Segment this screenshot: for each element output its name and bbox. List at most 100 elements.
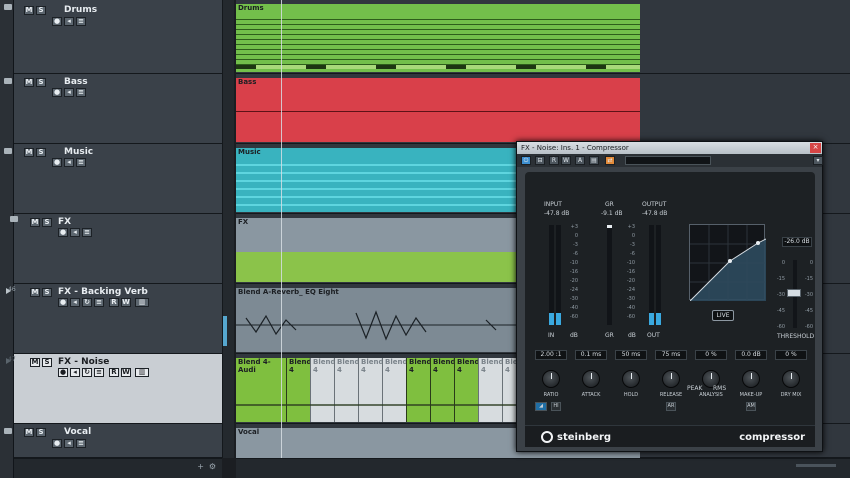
mute-button[interactable]: M <box>24 6 34 15</box>
hi-button[interactable]: HI <box>551 402 561 411</box>
release-value[interactable]: 75 ms <box>655 350 687 360</box>
lanes-icon[interactable]: ▥ <box>135 298 149 307</box>
track-music[interactable]: M S Music ● ◂ ≡ <box>4 144 222 214</box>
ratio-knob[interactable] <box>542 370 560 388</box>
track-bass[interactable]: M S Bass ● ◂ ≡ <box>4 74 222 144</box>
auto-makeup-button[interactable]: AM <box>746 402 756 411</box>
solo-button[interactable]: S <box>36 148 46 157</box>
event-noise-0[interactable]: Blend 4-Audi <box>236 358 286 422</box>
write-automation-button[interactable]: W <box>121 298 131 307</box>
add-track-icon[interactable]: + <box>197 462 204 471</box>
edit-button[interactable]: ≡ <box>76 17 86 26</box>
track-vocal[interactable]: M S Vocal ● ◂ ≡ <box>4 424 222 458</box>
hold-value[interactable]: 50 ms <box>615 350 647 360</box>
settings-icon[interactable]: ⚙ <box>209 462 216 471</box>
edit-button[interactable]: ≡ <box>76 439 86 448</box>
track-list-scrollbar[interactable] <box>222 0 234 458</box>
solo-button[interactable]: S <box>42 218 52 227</box>
solo-button[interactable]: S <box>36 428 46 437</box>
record-enable-button[interactable]: ● <box>52 88 62 97</box>
record-enable-button[interactable]: ● <box>52 439 62 448</box>
scroll-thumb[interactable] <box>223 316 227 346</box>
event-noise-5[interactable]: Blend 4 <box>382 358 406 422</box>
record-enable-button[interactable]: ● <box>58 228 68 237</box>
event-noise-3[interactable]: Blend 4 <box>334 358 358 422</box>
copy-icon[interactable]: ▤ <box>589 156 599 165</box>
drymix-value[interactable]: 0 % <box>775 350 807 360</box>
edit-button[interactable]: ≡ <box>94 368 104 377</box>
threshold-value[interactable]: -26.0 dB <box>782 237 812 247</box>
hold-knob[interactable] <box>622 370 640 388</box>
record-enable-button[interactable]: ● <box>52 158 62 167</box>
mute-button[interactable]: M <box>30 288 40 297</box>
event-noise-6[interactable]: Blend 4 <box>406 358 430 422</box>
attack-knob[interactable] <box>582 370 600 388</box>
write-automation-button[interactable]: W <box>121 368 131 377</box>
event-bass[interactable]: Bass <box>236 78 640 142</box>
monitor-button[interactable]: ◂ <box>64 158 74 167</box>
makeup-knob[interactable] <box>742 370 760 388</box>
event-noise-9[interactable]: Blend 4 <box>478 358 502 422</box>
read-automation-button[interactable]: R <box>109 298 119 307</box>
compare-icon[interactable]: A <box>575 156 585 165</box>
mute-button[interactable]: M <box>24 148 34 157</box>
sidechain-icon[interactable]: ⇄ <box>605 156 615 165</box>
solo-button[interactable]: S <box>36 78 46 87</box>
monitor-button[interactable]: ◂ <box>64 88 74 97</box>
edit-button[interactable]: ≡ <box>94 298 104 307</box>
zoom-slider[interactable] <box>796 464 836 467</box>
threshold-fader[interactable] <box>787 289 801 297</box>
track-fx-noise[interactable]: 47 M S FX - Noise ● ◂ ↻ ≡ R W ▥ <box>6 354 222 424</box>
mute-button[interactable]: M <box>30 358 40 367</box>
attack-value[interactable]: 0.1 ms <box>575 350 607 360</box>
monitor-button[interactable]: ◂ <box>70 228 80 237</box>
write-icon[interactable]: W <box>561 156 571 165</box>
solo-button[interactable]: S <box>36 6 46 15</box>
plugin-title-bar[interactable]: FX - Noise: Ins. 1 - Compressor <box>517 142 822 154</box>
playhead-cursor[interactable] <box>281 0 282 458</box>
track-fx[interactable]: M S FX ● ◂ ≡ <box>10 214 222 284</box>
edit-button[interactable]: ≡ <box>82 228 92 237</box>
monitor-button[interactable]: ◂ <box>70 368 80 377</box>
preset-field[interactable] <box>625 156 711 165</box>
ratio-value[interactable]: 2.00 :1 <box>535 350 567 360</box>
power-icon[interactable]: ⏻ <box>521 156 531 165</box>
monitor-button[interactable]: ◂ <box>64 439 74 448</box>
close-icon[interactable]: × <box>810 143 821 153</box>
read-automation-button[interactable]: R <box>109 368 119 377</box>
mute-button[interactable]: M <box>24 428 34 437</box>
makeup-value[interactable]: 0.0 dB <box>735 350 767 360</box>
analysis-value[interactable]: 0 % <box>695 350 727 360</box>
monitor-button[interactable]: ◂ <box>64 17 74 26</box>
edit-button[interactable]: ≡ <box>76 158 86 167</box>
loop-icon[interactable]: ↻ <box>82 298 92 307</box>
record-enable-button[interactable]: ● <box>52 17 62 26</box>
solo-button[interactable]: S <box>42 288 52 297</box>
auto-release-button[interactable]: AR <box>666 402 676 411</box>
mute-button[interactable]: M <box>30 218 40 227</box>
track-drums[interactable]: M S Drums ● ◂ ≡ <box>4 0 222 74</box>
event-noise-2[interactable]: Blend 4 <box>310 358 334 422</box>
event-drums[interactable]: Drums <box>236 4 640 72</box>
monitor-button[interactable]: ◂ <box>70 298 80 307</box>
edit-button[interactable]: ≡ <box>76 88 86 97</box>
menu-icon[interactable]: ▾ <box>813 156 823 165</box>
record-enable-button[interactable]: ● <box>58 298 68 307</box>
event-noise-4[interactable]: Blend 4 <box>358 358 382 422</box>
event-noise-8[interactable]: Blend 4 <box>454 358 478 422</box>
event-noise-1[interactable]: Blend 4 <box>286 358 310 422</box>
track-fx-backing-verb[interactable]: 46 M S FX - Backing Verb ● ◂ ↻ ≡ R W ▥ <box>6 284 222 354</box>
auto-release-icon[interactable]: ◢ <box>535 402 547 411</box>
loop-icon[interactable]: ↻ <box>82 368 92 377</box>
drymix-knob[interactable] <box>782 370 800 388</box>
event-noise-10[interactable]: Blend 4 <box>502 358 516 422</box>
read-icon[interactable]: R <box>549 156 559 165</box>
event-noise-7[interactable]: Blend 4 <box>430 358 454 422</box>
live-button[interactable]: LIVE <box>712 310 734 321</box>
record-enable-button[interactable]: ● <box>58 368 68 377</box>
release-knob[interactable] <box>662 370 680 388</box>
transfer-curve-graph[interactable] <box>689 224 767 302</box>
solo-button[interactable]: S <box>42 358 52 367</box>
lanes-icon[interactable]: ▥ <box>135 368 149 377</box>
mute-button[interactable]: M <box>24 78 34 87</box>
